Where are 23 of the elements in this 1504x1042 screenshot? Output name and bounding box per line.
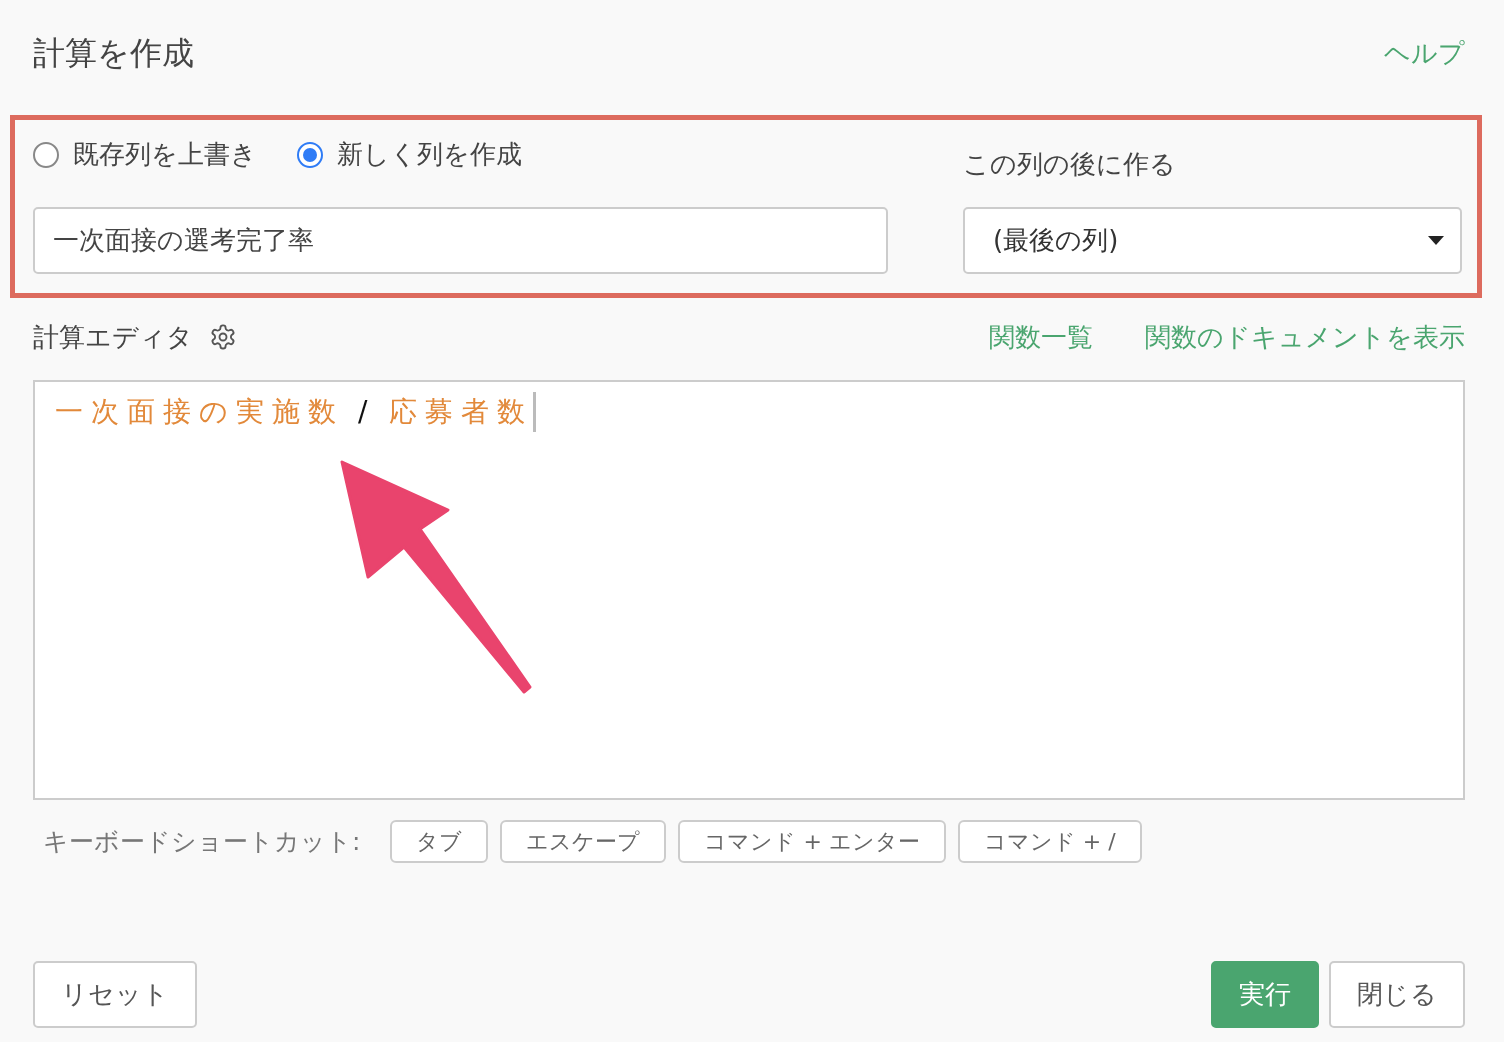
caret-icon xyxy=(1428,235,1444,245)
shortcut-key: コマンド + エンター xyxy=(678,820,946,863)
text-cursor xyxy=(533,392,537,432)
position-label: この列の後に作る xyxy=(963,147,1177,181)
radio-label: 新しく列を作成 xyxy=(337,138,522,171)
position-dropdown[interactable]: (最後の列) xyxy=(963,206,1462,274)
dialog-title: 計算を作成 xyxy=(33,32,194,74)
editor-label: 計算エディタ xyxy=(33,320,193,354)
dialog-button[interactable]: 閉じる xyxy=(1329,961,1465,1028)
radio-button[interactable] xyxy=(297,141,323,168)
formula-operator: / xyxy=(358,394,376,430)
radio-label: 既存列を上書き xyxy=(73,138,257,171)
formula-field: 応募者数 xyxy=(389,392,534,432)
shortcut-key: エスケープ xyxy=(500,820,667,863)
formula-field: 一次面接の実施数 xyxy=(55,392,344,432)
dialog-button[interactable]: リセット xyxy=(33,961,197,1028)
settings-icon[interactable] xyxy=(209,323,237,351)
formula-editor[interactable]: 一次面接の実施数 / 応募者数 xyxy=(33,380,1465,800)
column-name-field[interactable]: 一次面接の選考完了率 xyxy=(33,206,888,274)
shortcut-key: タブ xyxy=(390,820,489,863)
shortcut-key: コマンド + / xyxy=(957,820,1142,863)
radio-button[interactable] xyxy=(33,141,59,168)
shortcuts-label: キーボードショートカット: xyxy=(43,826,361,858)
